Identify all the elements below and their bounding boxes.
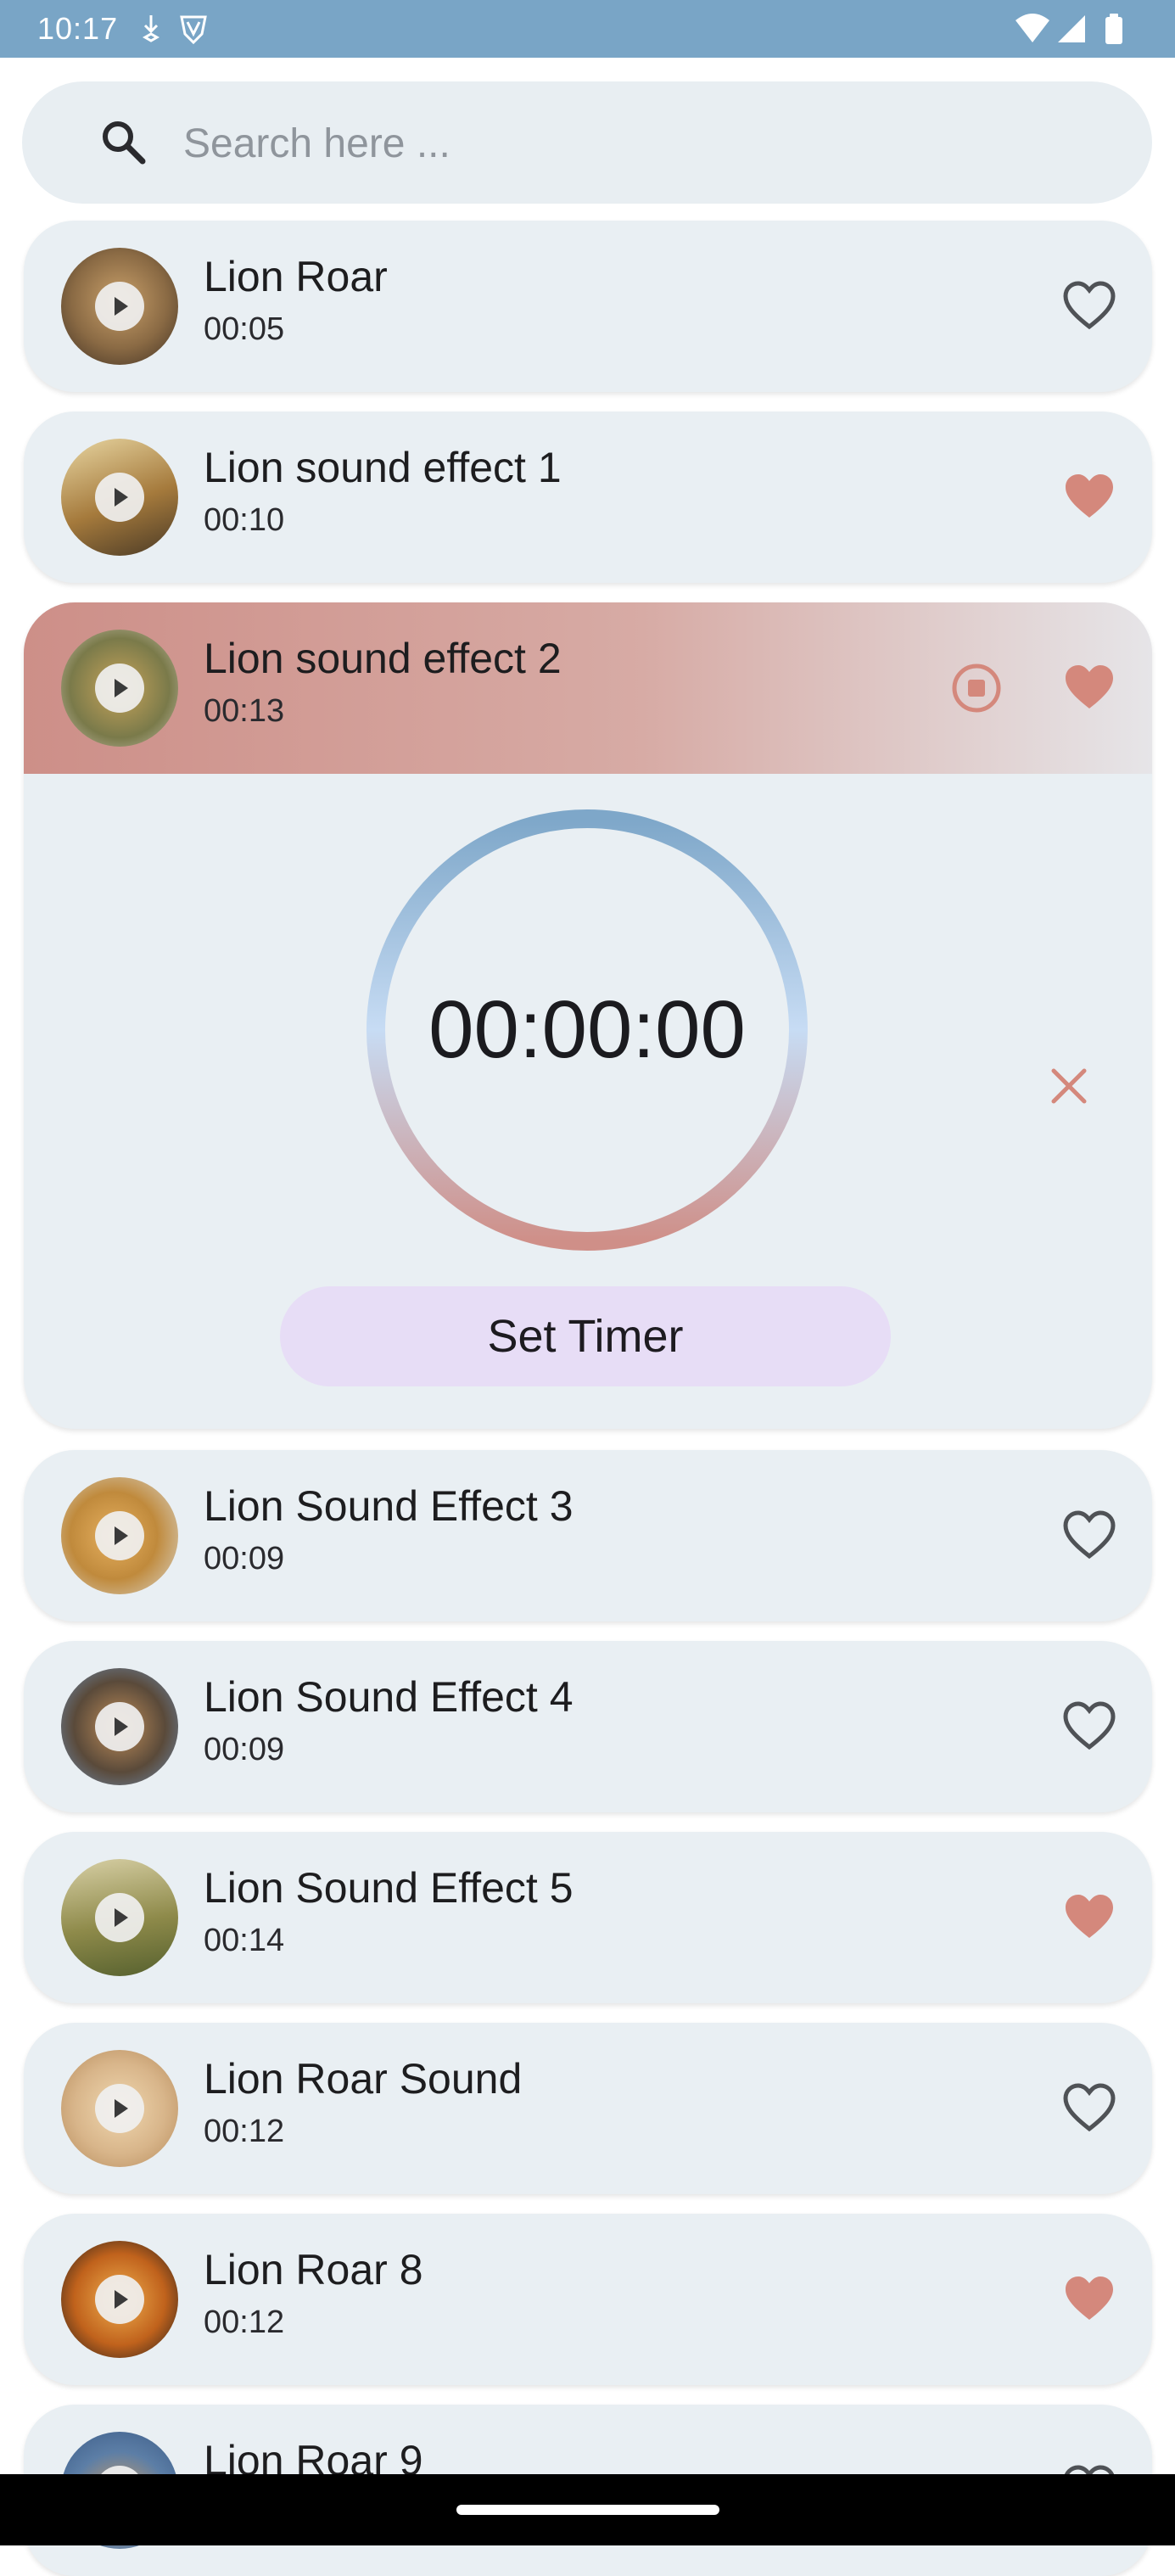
lion-thumbnail bbox=[61, 1668, 178, 1785]
search-bar[interactable]: Search here ... bbox=[22, 81, 1152, 204]
play-icon[interactable] bbox=[95, 664, 144, 713]
play-icon[interactable] bbox=[95, 473, 144, 522]
search-icon[interactable] bbox=[97, 115, 151, 170]
lion-thumbnail bbox=[61, 1477, 178, 1594]
sound-title: Lion sound effect 2 bbox=[204, 635, 562, 682]
home-gesture-handle[interactable] bbox=[456, 2505, 719, 2515]
cellular-signal-icon bbox=[1058, 15, 1085, 42]
shield-v-icon bbox=[180, 15, 207, 45]
sound-card-lion-sound-effect-4[interactable]: Lion Sound Effect 4 00:09 bbox=[24, 1641, 1152, 1812]
status-bar: 10:17 bbox=[0, 0, 1175, 58]
sound-duration: 00:14 bbox=[204, 1923, 285, 1958]
lion-thumbnail bbox=[61, 439, 178, 556]
heart-outline-icon[interactable] bbox=[1062, 1700, 1116, 1751]
sound-title: Lion Roar Sound bbox=[204, 2055, 523, 2103]
sound-duration: 00:12 bbox=[204, 2114, 285, 2149]
playing-header[interactable]: Lion sound effect 2 00:13 bbox=[24, 602, 1152, 774]
sound-title: Lion Sound Effect 4 bbox=[204, 1673, 574, 1721]
status-time: 10:17 bbox=[37, 11, 119, 46]
lion-thumbnail bbox=[61, 630, 178, 747]
play-icon[interactable] bbox=[95, 282, 144, 331]
system-navigation-bar bbox=[0, 2474, 1175, 2545]
sound-duration: 00:13 bbox=[204, 693, 285, 729]
play-icon[interactable] bbox=[95, 1893, 144, 1942]
lion-thumbnail bbox=[61, 2241, 178, 2358]
sound-card-lion-sound-effect-1[interactable]: Lion sound effect 1 00:10 bbox=[24, 412, 1152, 583]
sound-title: Lion sound effect 1 bbox=[204, 444, 562, 491]
sound-duration: 00:09 bbox=[204, 1541, 285, 1576]
sound-card-lion-sound-effect-5[interactable]: Lion Sound Effect 5 00:14 bbox=[24, 1832, 1152, 2003]
heart-filled-icon[interactable] bbox=[1062, 471, 1116, 522]
lion-thumbnail bbox=[61, 1859, 178, 1976]
sound-title: Lion Sound Effect 5 bbox=[204, 1864, 574, 1912]
sound-duration: 00:12 bbox=[204, 2304, 285, 2340]
play-icon[interactable] bbox=[95, 2275, 144, 2324]
search-input[interactable]: Search here ... bbox=[183, 120, 450, 168]
heart-outline-icon[interactable] bbox=[1062, 1509, 1116, 1560]
sound-card-lion-roar-8[interactable]: Lion Roar 8 00:12 bbox=[24, 2214, 1152, 2385]
play-icon[interactable] bbox=[95, 2084, 144, 2133]
sound-title: Lion Sound Effect 3 bbox=[204, 1482, 574, 1530]
heart-filled-icon[interactable] bbox=[1062, 662, 1116, 713]
sound-duration: 00:10 bbox=[204, 502, 285, 538]
download-arrow-icon bbox=[142, 15, 160, 42]
heart-outline-icon[interactable] bbox=[1062, 2082, 1116, 2133]
lion-thumbnail bbox=[61, 248, 178, 365]
status-system-icons bbox=[1016, 14, 1122, 44]
heart-filled-icon[interactable] bbox=[1062, 1891, 1116, 1942]
sound-card-lion-sound-effect-2-expanded[interactable]: Lion sound effect 2 00:13 00:00:00 Set T… bbox=[24, 602, 1152, 1429]
wifi-icon bbox=[1016, 14, 1049, 42]
play-icon[interactable] bbox=[95, 1511, 144, 1560]
heart-filled-icon[interactable] bbox=[1062, 2273, 1116, 2324]
lion-thumbnail bbox=[61, 2050, 178, 2167]
heart-outline-icon[interactable] bbox=[1062, 280, 1116, 331]
timer-display: 00:00:00 bbox=[428, 984, 746, 1075]
sound-duration: 00:09 bbox=[204, 1732, 285, 1767]
play-icon[interactable] bbox=[95, 1702, 144, 1751]
set-timer-button[interactable]: Set Timer bbox=[280, 1286, 891, 1386]
battery-icon bbox=[1105, 14, 1122, 44]
status-notification-icons bbox=[142, 15, 207, 45]
sound-duration: 00:05 bbox=[204, 311, 285, 347]
sound-title: Lion Roar 8 bbox=[204, 2246, 423, 2293]
stop-circle-icon[interactable] bbox=[950, 662, 1003, 714]
sound-card-lion-roar-sound[interactable]: Lion Roar Sound 00:12 bbox=[24, 2023, 1152, 2194]
sound-title: Lion Roar bbox=[204, 253, 388, 300]
sound-card-lion-roar[interactable]: Lion Roar 00:05 bbox=[24, 221, 1152, 392]
close-icon[interactable] bbox=[1049, 1066, 1089, 1106]
sound-card-lion-sound-effect-3[interactable]: Lion Sound Effect 3 00:09 bbox=[24, 1450, 1152, 1621]
